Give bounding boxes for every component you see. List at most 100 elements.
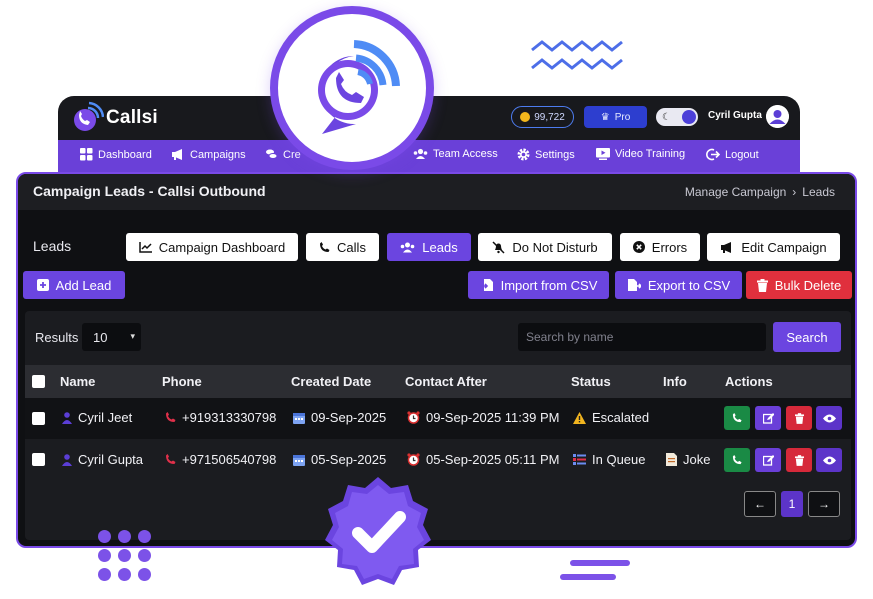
edit-button[interactable] (755, 406, 781, 430)
calendar-icon (293, 454, 305, 466)
import-csv-button[interactable]: Import from CSV (468, 271, 609, 299)
tab-leads[interactable]: Leads (387, 233, 471, 261)
button-label: Search (786, 329, 828, 345)
lead-name[interactable]: Cyril Gupta (62, 452, 143, 467)
tab-label: Edit Campaign (741, 239, 827, 255)
delete-button[interactable] (786, 448, 812, 472)
edit-button[interactable] (755, 448, 781, 472)
col-actions: Actions (725, 374, 773, 389)
gear-icon (517, 148, 530, 161)
tab-edit-campaign[interactable]: Edit Campaign (707, 233, 840, 261)
select-all-checkbox[interactable] (32, 375, 45, 388)
queue-icon (573, 454, 586, 465)
alarm-clock-icon (407, 411, 420, 424)
tab-label: Errors (651, 239, 688, 255)
nav-campaigns[interactable]: Campaigns (171, 148, 246, 161)
eye-icon (822, 456, 836, 464)
lead-phone-text: +919313330798 (182, 410, 277, 425)
chevron-down-icon: ▾ (130, 331, 135, 341)
section-label: Leads (33, 238, 72, 254)
col-name[interactable]: Name (60, 374, 95, 389)
search-input[interactable] (518, 323, 766, 351)
team-icon (413, 148, 428, 159)
logo-icon (74, 101, 104, 131)
contact-after-text: 09-Sep-2025 11:39 PM (426, 410, 560, 425)
nav-video-training[interactable]: Video Training (596, 148, 685, 160)
logo-badge (270, 6, 434, 170)
lead-name-text: Cyril Jeet (78, 410, 133, 425)
crown-icon: ♛ (600, 111, 610, 123)
button-label: Export to CSV (647, 277, 731, 293)
megaphone-icon (172, 149, 182, 160)
card-header: Campaign Leads - Callsi Outbound Manage … (18, 174, 855, 210)
row-checkbox[interactable] (32, 412, 45, 425)
nav-label: Logout (725, 148, 759, 161)
coin-balance[interactable]: 99,722 (511, 106, 574, 128)
error-icon (632, 241, 645, 253)
megaphone-icon (721, 241, 732, 253)
button-label: Add Lead (55, 277, 112, 293)
call-button[interactable] (724, 406, 750, 430)
tab-errors[interactable]: Errors (620, 233, 700, 261)
pagination-prev[interactable]: ← (744, 491, 776, 517)
plan-label: Pro (614, 111, 631, 123)
tab-do-not-disturb[interactable]: Do Not Disturb (478, 233, 612, 261)
nav-team-access[interactable]: Team Access (413, 148, 498, 160)
tab-label: Leads (422, 239, 458, 255)
theme-toggle[interactable]: ☾ (656, 108, 698, 126)
page-title: Campaign Leads - Callsi Outbound (33, 183, 266, 199)
tab-label: Campaign Dashboard (158, 239, 286, 255)
results-per-page-select[interactable]: 10 ▾ (82, 323, 141, 351)
results-label: Results (35, 330, 79, 345)
video-icon (596, 148, 610, 160)
view-button[interactable] (816, 448, 842, 472)
lines-decoration (560, 560, 630, 580)
nav-dashboard[interactable]: Dashboard (80, 148, 152, 161)
tab-campaign-dashboard[interactable]: Campaign Dashboard (126, 233, 298, 261)
delete-button[interactable] (786, 406, 812, 430)
app-logo[interactable]: Callsi (70, 101, 158, 135)
add-lead-button[interactable]: Add Lead (23, 271, 125, 299)
calendar-icon (293, 412, 305, 424)
user-icon (766, 105, 789, 128)
trash-icon (756, 278, 768, 292)
col-contact-after[interactable]: Contact After (405, 374, 487, 389)
phone-icon (166, 412, 176, 422)
col-info[interactable]: Info (663, 374, 687, 389)
search-button[interactable]: Search (773, 322, 841, 352)
nav-settings[interactable]: Settings (517, 148, 575, 161)
status-text: Escalated (592, 410, 650, 425)
nav-label: Team Access (433, 148, 498, 160)
row-checkbox[interactable] (32, 453, 45, 466)
col-created-date[interactable]: Created Date (291, 374, 371, 389)
nav-logout[interactable]: Logout (706, 148, 759, 161)
lead-info[interactable]: Joke (666, 452, 710, 467)
nav-label: Video Training (615, 148, 686, 160)
breadcrumb-manage-campaign[interactable]: Manage Campaign (685, 185, 786, 199)
lead-contact-after: 05-Sep-2025 05:11 PM (407, 452, 559, 467)
users-icon (400, 242, 415, 252)
view-button[interactable] (816, 406, 842, 430)
lead-name[interactable]: Cyril Jeet (62, 410, 132, 425)
bulk-delete-button[interactable]: Bulk Delete (746, 271, 852, 299)
export-csv-button[interactable]: Export to CSV (615, 271, 742, 299)
pagination-next[interactable]: → (808, 491, 840, 517)
pro-plan-button[interactable]: ♛ Pro (584, 106, 647, 128)
pagination-page[interactable]: 1 (781, 491, 803, 517)
lead-created-date: 09-Sep-2025 (293, 410, 386, 425)
toggle-knob (682, 110, 696, 124)
zigzag-decoration (531, 40, 623, 70)
avatar[interactable] (766, 105, 789, 128)
nav-label: Settings (535, 148, 575, 161)
tab-calls[interactable]: Calls (306, 233, 379, 261)
lead-contact-after: 09-Sep-2025 11:39 PM (407, 410, 559, 425)
created-date-text: 05-Sep-2025 (311, 452, 387, 467)
col-phone[interactable]: Phone (162, 374, 202, 389)
select-value: 10 (93, 329, 108, 345)
moon-icon: ☾ (662, 111, 671, 123)
call-button[interactable] (724, 448, 750, 472)
edit-icon (762, 412, 774, 424)
phone-icon (320, 241, 330, 252)
lead-created-date: 05-Sep-2025 (293, 452, 386, 467)
col-status[interactable]: Status (571, 374, 611, 389)
